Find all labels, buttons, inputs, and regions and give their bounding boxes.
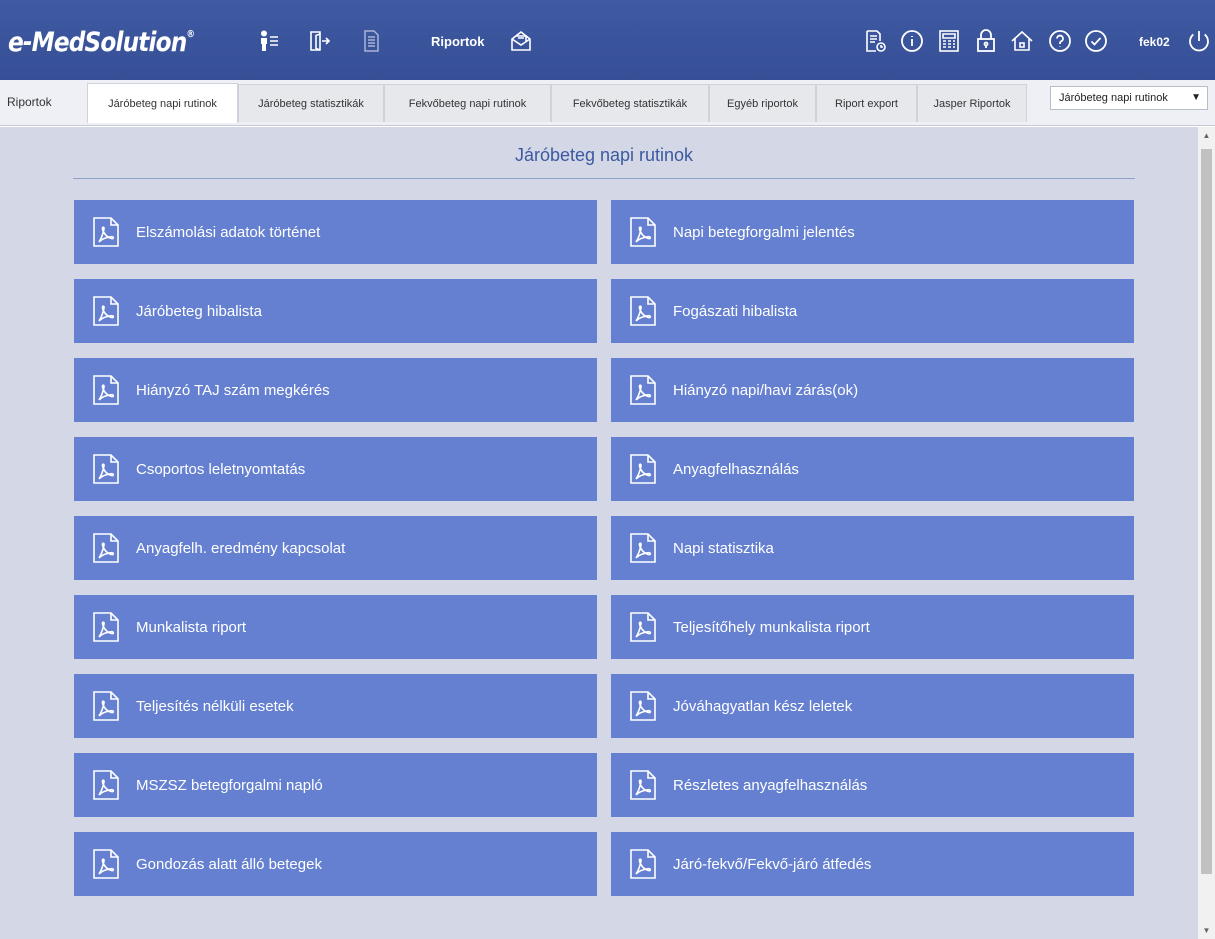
pdf-icon <box>91 848 121 880</box>
report-label: Járó-fekvő/Fekvő-járó átfedés <box>673 855 872 873</box>
section-title: Riportok <box>431 34 485 49</box>
report-button[interactable]: Teljesítés nélküli esetek <box>74 674 597 738</box>
username-label: fek02 <box>1139 35 1170 49</box>
report-button[interactable]: Hiányzó TAJ szám megkérés <box>74 358 597 422</box>
pdf-icon <box>91 532 121 564</box>
pdf-icon <box>628 453 658 485</box>
report-label: Anyagfelh. eredmény kapcsolat <box>136 539 346 557</box>
mail-open-icon[interactable] <box>508 28 534 54</box>
pdf-icon <box>628 374 658 406</box>
pdf-icon <box>91 769 121 801</box>
report-button[interactable]: Részletes anyagfelhasználás <box>611 753 1134 817</box>
pdf-icon <box>91 216 121 248</box>
report-label: Járóbeteg hibalista <box>136 302 262 320</box>
chevron-down-icon: ▼ <box>1191 92 1201 103</box>
report-button[interactable]: Járó-fekvő/Fekvő-járó átfedés <box>611 832 1134 896</box>
document-icon[interactable] <box>358 28 384 54</box>
report-label: Elszámolási adatok történet <box>136 223 321 241</box>
report-label: Napi statisztika <box>673 539 774 557</box>
home-icon[interactable] <box>1009 28 1035 54</box>
pdf-icon <box>91 453 121 485</box>
report-label: MSZSZ betegforgalmi napló <box>136 776 323 794</box>
report-button[interactable]: Gondozás alatt álló betegek <box>74 832 597 896</box>
pdf-icon <box>91 295 121 327</box>
scroll-down-arrow-icon[interactable]: ▼ <box>1198 922 1215 939</box>
scroll-up-arrow-icon[interactable]: ▲ <box>1198 127 1215 144</box>
pdf-icon <box>628 295 658 327</box>
pdf-icon <box>628 769 658 801</box>
check-icon[interactable] <box>1083 28 1109 54</box>
tab-bar: Riportok Járóbeteg napi rutinok Járóbete… <box>0 80 1215 126</box>
report-label: Teljesítőhely munkalista riport <box>673 618 870 636</box>
report-label: Napi betegforgalmi jelentés <box>673 223 855 241</box>
report-label: Jóváhagyatlan kész leletek <box>673 697 853 715</box>
pdf-icon <box>628 216 658 248</box>
report-label: Hiányzó napi/havi zárás(ok) <box>673 381 859 399</box>
report-button[interactable]: Napi betegforgalmi jelentés <box>611 200 1134 264</box>
scrollbar-thumb[interactable] <box>1201 149 1212 874</box>
report-button[interactable]: Fogászati hibalista <box>611 279 1134 343</box>
report-label: Teljesítés nélküli esetek <box>136 697 294 715</box>
power-icon[interactable] <box>1186 28 1212 54</box>
app-logo[interactable]: e-MedSolution® <box>8 27 195 59</box>
exit-door-icon[interactable] <box>306 28 332 54</box>
tab-fekvobeteg-statisztikak[interactable]: Fekvőbeteg statisztikák <box>551 84 709 122</box>
pdf-icon <box>628 532 658 564</box>
report-button[interactable]: Járóbeteg hibalista <box>74 279 597 343</box>
lock-icon[interactable] <box>973 28 999 54</box>
pdf-icon <box>628 611 658 643</box>
report-label: Gondozás alatt álló betegek <box>136 855 322 873</box>
tab-jarobeteg-statisztikak[interactable]: Járóbeteg statisztikák <box>238 84 384 122</box>
report-button[interactable]: Munkalista riport <box>74 595 597 659</box>
tab-egyeb-riportok[interactable]: Egyéb riportok <box>709 84 816 122</box>
pdf-icon <box>91 690 121 722</box>
vertical-scrollbar[interactable]: ▲ ▼ <box>1198 127 1215 939</box>
report-button[interactable]: Anyagfelhasználás <box>611 437 1134 501</box>
tabbar-label: Riportok <box>7 95 52 109</box>
patient-list-icon[interactable] <box>256 28 282 54</box>
report-button[interactable]: MSZSZ betegforgalmi napló <box>74 753 597 817</box>
info-icon[interactable] <box>899 28 925 54</box>
report-panel: Járóbeteg napi rutinok Elszámolási adato… <box>0 127 1198 939</box>
pdf-icon <box>628 848 658 880</box>
help-icon[interactable] <box>1047 28 1073 54</box>
report-label: Hiányzó TAJ szám megkérés <box>136 381 330 399</box>
tab-select-dropdown[interactable]: Járóbeteg napi rutinok ▼ <box>1050 86 1208 110</box>
pdf-icon <box>91 611 121 643</box>
report-button[interactable]: Hiányzó napi/havi zárás(ok) <box>611 358 1134 422</box>
report-button[interactable]: Anyagfelh. eredmény kapcsolat <box>74 516 597 580</box>
pdf-icon <box>628 690 658 722</box>
report-button[interactable]: Elszámolási adatok történet <box>74 200 597 264</box>
app-header: e-MedSolution® Riportok fek02 <box>0 0 1215 80</box>
title-divider <box>73 178 1135 179</box>
report-button[interactable]: Csoportos leletnyomtatás <box>74 437 597 501</box>
tab-riport-export[interactable]: Riport export <box>816 84 917 122</box>
report-label: Anyagfelhasználás <box>673 460 799 478</box>
tab-jarobeteg-napi-rutinok[interactable]: Járóbeteg napi rutinok <box>87 83 238 123</box>
report-label: Fogászati hibalista <box>673 302 798 320</box>
tab-fekvobeteg-napi-rutinok[interactable]: Fekvőbeteg napi rutinok <box>384 84 551 122</box>
report-label: Csoportos leletnyomtatás <box>136 460 306 478</box>
tab-select-value: Járóbeteg napi rutinok <box>1059 92 1168 104</box>
report-button[interactable]: Jóváhagyatlan kész leletek <box>611 674 1134 738</box>
report-button[interactable]: Teljesítőhely munkalista riport <box>611 595 1134 659</box>
pdf-icon <box>91 374 121 406</box>
report-label: Munkalista riport <box>136 618 247 636</box>
calculator-icon[interactable] <box>936 28 962 54</box>
tab-jasper-riportok[interactable]: Jasper Riportok <box>917 84 1027 122</box>
report-button[interactable]: Napi statisztika <box>611 516 1134 580</box>
page-title: Járóbeteg napi rutinok <box>514 145 694 165</box>
report-label: Részletes anyagfelhasználás <box>673 776 868 794</box>
report-clock-icon[interactable] <box>862 28 888 54</box>
